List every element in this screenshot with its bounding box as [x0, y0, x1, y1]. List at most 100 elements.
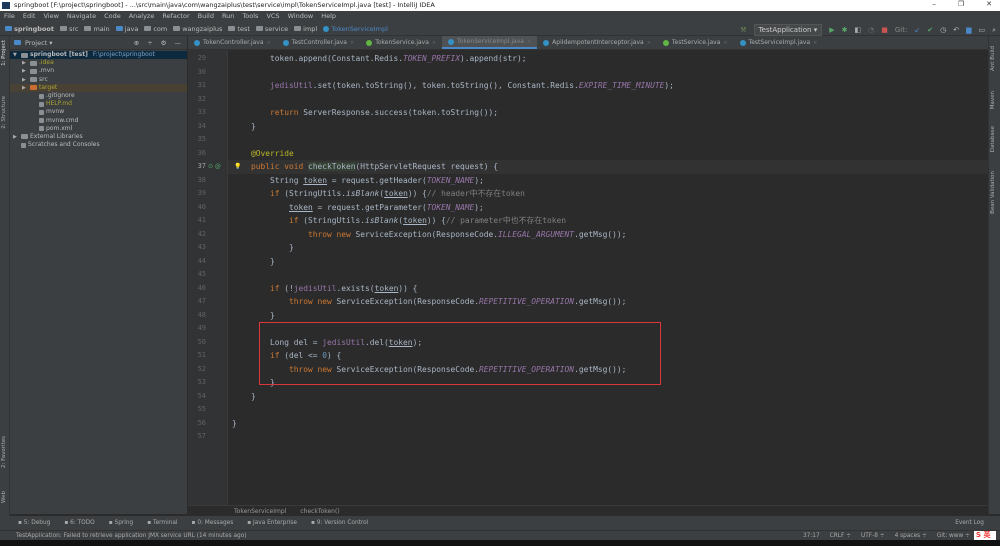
structure-tool-button[interactable]: 2: Structure [1, 96, 7, 129]
revert-icon[interactable]: ↶ [953, 26, 959, 34]
tab-apiidempotentinterceptor[interactable]: ApiIdempotentInterceptor.java × [537, 36, 657, 49]
menu-help[interactable]: Help [321, 11, 336, 22]
tool-window-debug[interactable]: ▪ 5: Debug [18, 520, 50, 526]
expand-arrow-icon[interactable]: ▶ [22, 59, 28, 67]
expand-arrow-icon[interactable]: ▶ [22, 76, 28, 84]
tab-close-icon[interactable]: × [432, 40, 436, 46]
override-icon[interactable]: ⊙ @ [208, 160, 221, 174]
tab-tokenservice[interactable]: TokenService.java × [360, 36, 442, 49]
tree-item[interactable]: HELP.md [10, 100, 187, 108]
tree-item[interactable]: ▶ .idea [10, 59, 187, 67]
tab-close-icon[interactable]: × [350, 40, 354, 46]
menu-build[interactable]: Build [198, 11, 214, 22]
maven-tool-button[interactable]: Maven [990, 91, 996, 109]
menu-analyze[interactable]: Analyze [129, 11, 155, 22]
menu-run[interactable]: Run [222, 11, 234, 22]
tab-close-icon[interactable]: × [527, 39, 531, 45]
minimize-button[interactable]: – [932, 0, 936, 8]
breadcrumb-item[interactable]: impl [294, 25, 317, 33]
collapse-icon[interactable]: ÷ [147, 39, 152, 47]
git-update-icon[interactable]: ↙ [914, 26, 920, 34]
tab-tokenserviceimpl[interactable]: TokenServiceImpl.java × [442, 36, 538, 49]
breadcrumb-item[interactable]: wangzaiplus [173, 25, 222, 33]
menu-navigate[interactable]: Navigate [67, 11, 96, 22]
project-tool-button[interactable]: 1: Project [1, 40, 7, 66]
menu-edit[interactable]: Edit [23, 11, 36, 22]
tree-item[interactable]: ▶ .mvn [10, 67, 187, 75]
bean-validation-tool-button[interactable]: Bean Validation [990, 171, 996, 214]
menu-code[interactable]: Code [104, 11, 121, 22]
tree-item[interactable]: mvnw.cmd [10, 117, 187, 125]
breadcrumb-item[interactable]: TokenServiceImpl [323, 25, 388, 33]
web-tool-button[interactable]: Web [1, 491, 7, 503]
stop-icon[interactable]: ■ [881, 26, 888, 34]
tree-item[interactable]: ▶ target [10, 83, 187, 92]
expand-arrow-icon[interactable]: ▼ [13, 51, 19, 59]
menu-refactor[interactable]: Refactor [162, 11, 189, 22]
locate-icon[interactable]: ⊕ [134, 39, 139, 47]
menu-vcs[interactable]: VCS [266, 11, 279, 22]
gear-icon[interactable]: ⚙ [161, 39, 167, 47]
breadcrumb-item[interactable]: java [115, 25, 138, 33]
tool-window-spring[interactable]: ▪ Spring [109, 520, 134, 526]
project-view-select[interactable]: Project ▾ [25, 39, 53, 47]
build-hammer-icon[interactable]: ⚒ [740, 26, 746, 34]
intention-bulb-icon[interactable]: 💡 [234, 163, 241, 170]
breadcrumb-item[interactable]: main [84, 25, 110, 33]
status-message[interactable]: TestApplication: Failed to retrieve appl… [16, 533, 247, 539]
close-button[interactable]: ✕ [986, 0, 992, 8]
tree-item[interactable]: mvnw [10, 108, 187, 116]
code-editor[interactable]: token.append(Constant.Redis.TOKEN_PREFIX… [228, 50, 988, 505]
menu-tools[interactable]: Tools [242, 11, 258, 22]
tab-tokencontroller[interactable]: TokenController.java × [188, 36, 277, 49]
menu-file[interactable]: File [4, 11, 15, 22]
expand-arrow-icon[interactable]: ▶ [13, 133, 19, 141]
menu-window[interactable]: Window [288, 11, 314, 22]
tab-testserviceimpl[interactable]: TestServiceImpl.java × [734, 36, 824, 49]
tool-window-messages[interactable]: ▪ 0: Messages [192, 520, 234, 526]
breadcrumb-item[interactable]: springboot [5, 25, 54, 33]
tool-window-java-enterprise[interactable]: ▪ Java Enterprise [247, 520, 297, 526]
tree-item[interactable]: ▼ springboot [test] F:\project\springboot [10, 51, 187, 60]
tab-close-icon[interactable]: × [267, 40, 271, 46]
tool-window-version-control[interactable]: ▪ 9: Version Control [311, 520, 368, 526]
tree-item[interactable]: .gitignore [10, 92, 187, 100]
window-icon[interactable]: ▭ [978, 26, 985, 34]
profile-icon[interactable]: ◔ [868, 26, 874, 34]
breadcrumb-item[interactable]: service [255, 25, 288, 33]
expand-arrow-icon[interactable]: ▶ [22, 84, 28, 92]
tab-close-icon[interactable]: × [813, 40, 817, 46]
tree-item[interactable]: ▶ External Libraries [10, 133, 187, 141]
breadcrumb-class[interactable]: TokenServiceImpl [234, 506, 286, 516]
search-icon[interactable]: ⌕ [992, 26, 996, 35]
maximize-button[interactable]: ❐ [958, 0, 964, 8]
expand-arrow-icon[interactable]: ▶ [22, 67, 28, 75]
favorites-tool-button[interactable]: 2: Favorites [1, 436, 7, 468]
project-structure-icon[interactable]: ▆ [966, 26, 971, 34]
menu-view[interactable]: View [43, 11, 58, 22]
breadcrumb-method[interactable]: checkToken() [300, 506, 339, 516]
tab-close-icon[interactable]: × [723, 40, 727, 46]
tab-testcontroller[interactable]: TestController.java × [277, 36, 360, 49]
debug-icon[interactable]: ✱ [842, 26, 848, 34]
breadcrumb-item[interactable]: test [228, 25, 250, 33]
tree-item[interactable]: ▶ src [10, 76, 187, 84]
hide-icon[interactable]: — [175, 39, 182, 47]
git-commit-icon[interactable]: ✔ [927, 26, 933, 34]
database-tool-button[interactable]: Database [990, 126, 996, 152]
tab-close-icon[interactable]: × [647, 40, 651, 46]
event-log-button[interactable]: Event Log [955, 516, 984, 530]
coverage-icon[interactable]: ◧ [854, 26, 861, 34]
history-icon[interactable]: ◷ [940, 26, 946, 34]
ant-build-tool-button[interactable]: Ant Build [990, 46, 996, 71]
breadcrumb-item[interactable]: src [59, 25, 78, 33]
breadcrumb-item[interactable]: com [144, 25, 167, 33]
tab-testservice[interactable]: TestService.java × [657, 36, 734, 49]
tree-item[interactable]: pom.xml [10, 125, 187, 133]
tree-item[interactable]: Scratches and Consoles [10, 141, 187, 149]
ime-indicator[interactable]: S 英 [974, 531, 996, 540]
run-icon[interactable]: ▶ [829, 26, 834, 34]
tool-window-todo[interactable]: ▪ 6: TODO [64, 520, 94, 526]
tool-window-terminal[interactable]: ▪ Terminal [147, 520, 177, 526]
run-configuration-select[interactable]: TestApplication ▾ [753, 24, 823, 36]
